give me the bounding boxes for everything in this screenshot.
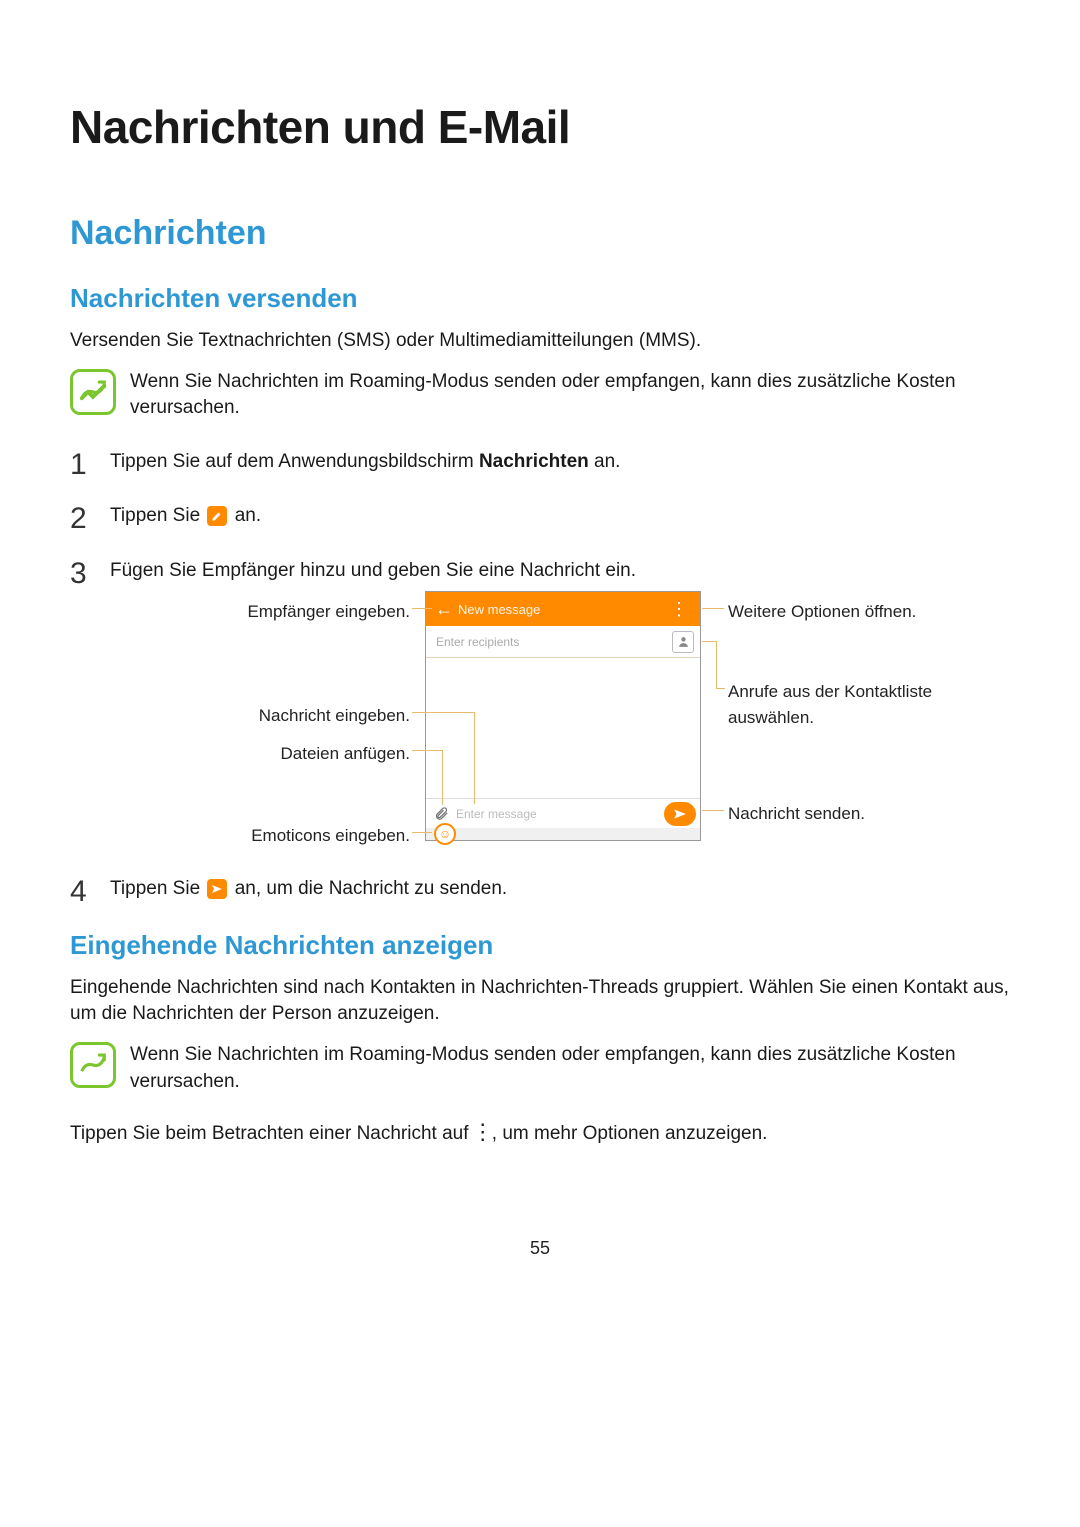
note-icon-2 [70,1042,116,1088]
phone-navbar [426,828,700,840]
note-icon [70,369,116,415]
note-roaming-1: Wenn Sie Nachrichten im Roaming-Modus se… [70,369,1010,422]
step1-text-a: Tippen Sie auf dem Anwendungsbildschirm [110,451,479,472]
back-icon: ← [434,596,454,623]
callout-recipients: Empfänger eingeben. [180,599,410,625]
steps-list: 1 Tippen Sie auf dem Anwendungsbildschir… [70,448,1010,904]
step2-text-a: Tippen Sie [110,505,205,526]
step-3: 3 Fügen Sie Empfänger hinzu und geben Si… [70,557,1010,850]
emoticon-icon: ☺ [434,823,456,845]
more-options-icon: ⋮ [476,1122,490,1142]
section-title: Nachrichten [70,214,1010,253]
send-icon [664,802,696,826]
callout-more-options: Weitere Optionen öffnen. [728,599,916,625]
message-input-row: Enter message [426,798,700,828]
callout-attach: Dateien anfügen. [180,741,410,767]
step1-text-c: an. [589,451,621,472]
note-text: Wenn Sie Nachrichten im Roaming-Modus se… [130,369,1010,422]
step4-text-a: Tippen Sie [110,878,205,899]
step-4: 4 Tippen Sie an, um die Nachricht zu sen… [70,875,1010,904]
options-hint: Tippen Sie beim Betrachten einer Nachric… [70,1121,1010,1148]
subsection-send: Nachrichten versenden [70,283,1010,314]
step-num-2: 2 [70,496,87,541]
page-number: 55 [70,1238,1010,1259]
step-1: 1 Tippen Sie auf dem Anwendungsbildschir… [70,448,1010,477]
callout-message: Nachricht eingeben. [180,703,410,729]
step-num-4: 4 [70,869,87,914]
phone-header: ← New message ⋮ [426,592,700,626]
step-num-3: 3 [70,551,87,596]
attach-icon [426,806,456,821]
manual-page: Nachrichten und E-Mail Nachrichten Nachr… [0,0,1080,1319]
note-text-2: Wenn Sie Nachrichten im Roaming-Modus se… [130,1042,1010,1095]
callout-emoticons: Emoticons eingeben. [180,823,410,849]
recipients-input: Enter recipients [432,633,672,651]
compose-icon [207,506,227,526]
incoming-text: Eingehende Nachrichten sind nach Kontakt… [70,975,1010,1028]
step1-app-name: Nachrichten [479,451,589,472]
phone-title: New message [454,600,666,620]
compose-diagram: ← New message ⋮ Enter recipients Enter m… [180,591,940,849]
step3-text: Fügen Sie Empfänger hinzu und geben Sie … [110,560,636,581]
message-input: Enter message [456,805,664,823]
note-roaming-2: Wenn Sie Nachrichten im Roaming-Modus se… [70,1042,1010,1095]
phone-screenshot: ← New message ⋮ Enter recipients Enter m… [425,591,701,841]
send-inline-icon [207,879,227,899]
step2-text-b: an. [235,505,261,526]
options-text-a: Tippen Sie beim Betrachten einer Nachric… [70,1123,474,1144]
callout-contacts: Anrufe aus der Kontaktliste auswählen. [728,679,938,730]
contacts-icon [672,631,694,653]
callout-send: Nachricht senden. [728,801,865,827]
recipients-row: Enter recipients [426,626,700,658]
step-num-1: 1 [70,442,87,487]
options-text-b: , um mehr Optionen anzuzeigen. [492,1123,768,1144]
more-icon: ⋮ [666,596,692,623]
message-body [426,658,700,798]
intro-text: Versenden Sie Textnachrichten (SMS) oder… [70,328,1010,355]
step-2: 2 Tippen Sie an. [70,502,1010,531]
subsection-incoming: Eingehende Nachrichten anzeigen [70,930,1010,961]
chapter-title: Nachrichten und E-Mail [70,100,1010,154]
step4-text-b: an, um die Nachricht zu senden. [235,878,508,899]
